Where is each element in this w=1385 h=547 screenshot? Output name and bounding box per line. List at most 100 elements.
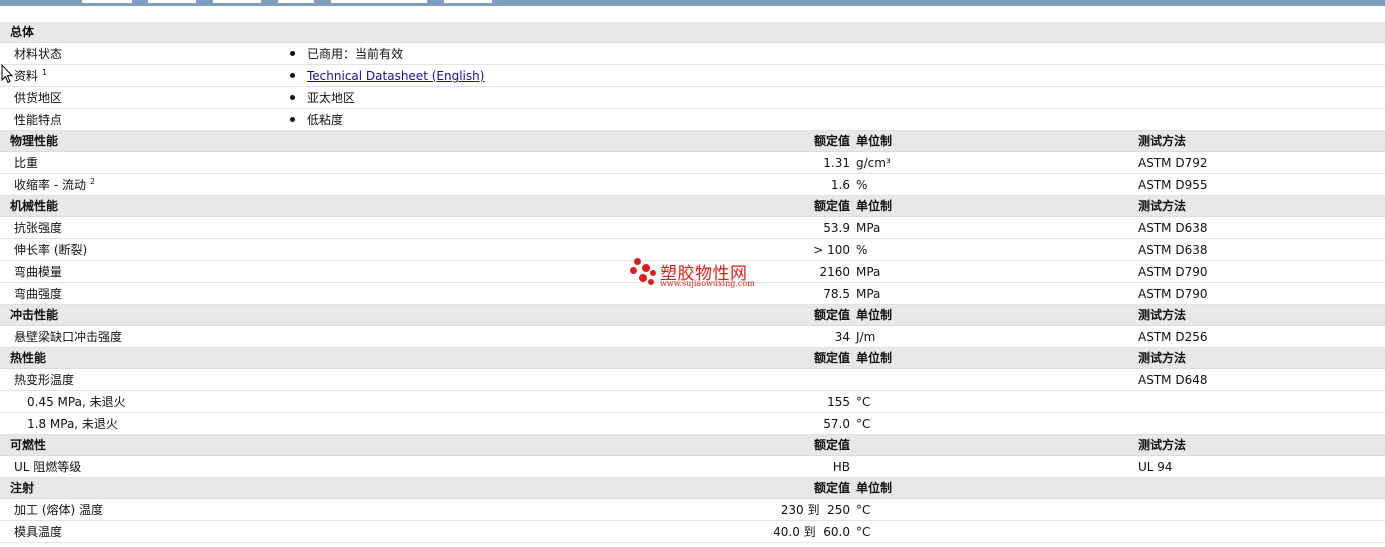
watermark-dot (650, 270, 656, 276)
column-header-value: 额定值 (813, 308, 850, 322)
property-value: 78.5 (823, 287, 850, 301)
property-unit: % (856, 178, 868, 192)
test-method: UL 94 (1138, 460, 1173, 474)
table-row: 比重 1.31 g/cm³ ASTM D792 (0, 152, 1385, 174)
column-header-value: 额定值 (813, 134, 850, 148)
table-row: 材料状态 已商用：当前有效 (0, 43, 1385, 65)
column-header-method: 测试方法 (1138, 308, 1187, 322)
property-value: 1.31 (823, 156, 850, 170)
property-name: 抗张强度 (14, 221, 63, 235)
bullet-icon (290, 51, 295, 56)
property-name: 模具温度 (14, 525, 63, 539)
property-name: 材料状态 (14, 47, 63, 61)
test-method: ASTM D790 (1138, 287, 1208, 301)
column-header-unit: 单位制 (856, 308, 893, 322)
property-unit: MPa (856, 287, 881, 301)
column-header-value: 额定值 (813, 438, 850, 452)
footnote-marker[interactable]: 1 (42, 68, 47, 77)
table-row: 0.45 MPa, 未退火 155 °C (0, 391, 1385, 413)
test-method: ASTM D790 (1138, 265, 1208, 279)
table-row: 1.8 MPa, 未退火 57.0 °C (0, 413, 1385, 435)
property-name: 资料 (14, 69, 39, 83)
section-title: 可燃性 (10, 438, 47, 452)
column-header-unit: 单位制 (856, 134, 893, 148)
table-row: 资料 1 Technical Datasheet (English) (0, 65, 1385, 87)
table-row: 性能特点 低粘度 (0, 109, 1385, 131)
property-value: > 100 (813, 243, 850, 257)
test-method: ASTM D792 (1138, 156, 1208, 170)
watermark-dot (634, 258, 641, 265)
property-value: 已商用：当前有效 (307, 47, 404, 61)
datasheet-link[interactable]: Technical Datasheet (English) (307, 65, 484, 87)
top-tab[interactable] (148, 0, 196, 3)
property-name: 热变形温度 (14, 373, 75, 387)
section-header-physical: 物理性能 额定值 单位制 测试方法 (0, 131, 1385, 152)
column-header-value: 额定值 (813, 199, 850, 213)
section-title: 冲击性能 (10, 308, 59, 322)
property-unit: °C (856, 395, 871, 409)
bullet-icon (290, 73, 295, 78)
table-row: 悬壁梁缺口冲击强度 34 J/m ASTM D256 (0, 326, 1385, 348)
property-name-wrap: 资料 1 (14, 65, 47, 87)
property-value: 155 (827, 395, 850, 409)
property-name: 收缩率 - 流动 (14, 178, 86, 192)
property-unit: °C (856, 417, 871, 431)
property-name: 伸长率 (断裂) (14, 243, 88, 257)
column-header-method: 测试方法 (1138, 199, 1187, 213)
section-header-flammability: 可燃性 额定值 测试方法 (0, 435, 1385, 456)
table-row: 加工 (熔体) 温度 230 到 250 °C (0, 499, 1385, 521)
watermark-url: www.sujiaowuxing.com (660, 279, 755, 288)
property-value: 亚太地区 (307, 91, 356, 105)
section-title: 热性能 (10, 351, 47, 365)
column-header-method: 测试方法 (1138, 438, 1187, 452)
test-method: ASTM D955 (1138, 178, 1208, 192)
footnote-marker[interactable]: 2 (90, 177, 95, 186)
property-name: 弯曲强度 (14, 287, 63, 301)
column-header-unit: 单位制 (856, 199, 893, 213)
watermark-dot (648, 279, 654, 285)
property-value: 53.9 (823, 221, 850, 235)
section-title: 物理性能 (10, 134, 59, 148)
top-tab[interactable] (444, 0, 492, 3)
property-value: 2160 (819, 265, 850, 279)
property-name: UL 阻燃等级 (14, 460, 82, 474)
property-value: 1.6 (830, 178, 850, 192)
property-value: 57.0 (823, 417, 850, 431)
watermark-dot (639, 274, 647, 282)
top-tab[interactable] (278, 0, 314, 3)
top-tab[interactable] (82, 0, 132, 3)
property-name: 性能特点 (14, 113, 63, 127)
section-header-injection: 注射 额定值 单位制 (0, 478, 1385, 499)
property-value: HB (832, 460, 850, 474)
test-method: ASTM D638 (1138, 221, 1208, 235)
top-tab-bar (0, 0, 1385, 6)
table-row: 收缩率 - 流动 2 1.6 % ASTM D955 (0, 174, 1385, 196)
watermark-logo: 塑胶物性网 www.sujiaowuxing.com (628, 256, 768, 296)
column-header-value: 额定值 (813, 481, 850, 495)
section-header-mechanical: 机械性能 额定值 单位制 测试方法 (0, 196, 1385, 217)
property-unit: % (856, 243, 868, 257)
property-name: 供货地区 (14, 91, 63, 105)
test-method: ASTM D648 (1138, 373, 1208, 387)
property-value: 34 (834, 330, 850, 344)
property-condition: 1.8 MPa, 未退火 (27, 417, 118, 431)
section-header-thermal: 热性能 额定值 单位制 测试方法 (0, 348, 1385, 369)
section-title: 机械性能 (10, 199, 59, 213)
table-row: UL 阻燃等级 HB UL 94 (0, 456, 1385, 478)
top-tab[interactable] (331, 0, 427, 3)
section-title: 总体 (10, 25, 35, 39)
column-header-unit: 单位制 (856, 351, 893, 365)
top-tab[interactable] (213, 0, 261, 3)
property-name-wrap: 收缩率 - 流动 2 (14, 174, 95, 196)
column-header-method: 测试方法 (1138, 351, 1187, 365)
bullet-icon (290, 95, 295, 100)
property-value: 40.0 到 60.0 (773, 525, 850, 539)
column-header-value: 额定值 (813, 351, 850, 365)
property-name: 比重 (14, 156, 39, 170)
table-row: 抗张强度 53.9 MPa ASTM D638 (0, 217, 1385, 239)
section-header-general: 总体 (0, 22, 1385, 43)
section-header-impact: 冲击性能 额定值 单位制 测试方法 (0, 305, 1385, 326)
property-unit: MPa (856, 221, 881, 235)
property-unit: °C (856, 503, 871, 517)
section-title: 注射 (10, 481, 35, 495)
